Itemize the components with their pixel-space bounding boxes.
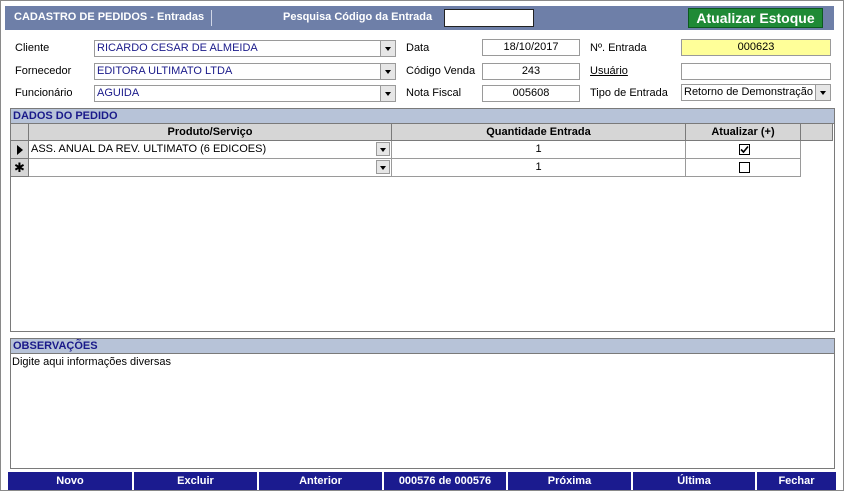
usuario-label: Usuário (590, 65, 628, 77)
chevron-down-icon[interactable] (376, 160, 390, 174)
funcionario-select[interactable]: AGUIDA (94, 85, 396, 102)
codigo-venda-label: Código Venda (406, 65, 476, 77)
search-entry-code-input[interactable] (444, 9, 534, 27)
search-label: Pesquisa Código da Entrada (283, 11, 433, 23)
pedido-section: DADOS DO PEDIDO Produto/Serviço Quantida… (10, 108, 835, 332)
fornecedor-value: EDITORA ULTIMATO LTDA (97, 65, 233, 77)
column-header-produto[interactable]: Produto/Serviço (29, 124, 392, 141)
row-selector-new[interactable]: ✱ (11, 159, 29, 177)
window-frame: CADASTRO DE PEDIDOS - Entradas Pesquisa … (0, 0, 844, 491)
funcionario-value: AGUIDA (97, 87, 140, 99)
current-row-icon (17, 145, 23, 155)
cliente-label: Cliente (15, 42, 50, 54)
nota-fiscal-label: Nota Fiscal (406, 87, 462, 99)
tipo-entrada-label: Tipo de Entrada (590, 87, 668, 99)
record-counter: 000576 de 000576 (384, 472, 508, 490)
title-bar: CADASTRO DE PEDIDOS - Entradas Pesquisa … (5, 6, 834, 30)
table-cell-quantidade[interactable]: 1 (392, 141, 686, 159)
anterior-button[interactable]: Anterior (259, 472, 384, 490)
update-stock-button[interactable]: Atualizar Estoque (688, 8, 823, 28)
check-icon (740, 145, 749, 154)
chevron-down-icon[interactable] (376, 142, 390, 156)
new-row-icon: ✱ (14, 160, 25, 175)
title-divider (211, 10, 212, 26)
atualizar-checkbox[interactable] (739, 162, 750, 173)
numero-entrada-field[interactable]: 000623 (681, 39, 831, 56)
excluir-button[interactable]: Excluir (134, 472, 259, 490)
pedido-section-title: DADOS DO PEDIDO (11, 109, 834, 124)
cliente-value: RICARDO CESAR DE ALMEIDA (97, 42, 258, 54)
observacoes-section-title: OBSERVAÇÕES (11, 339, 834, 354)
usuario-field[interactable] (681, 63, 831, 80)
table-cell-produto[interactable]: ASS. ANUAL DA REV. ULTIMATO (6 EDICOES) (29, 141, 392, 159)
row-selector-current[interactable] (11, 141, 29, 159)
table-cell-quantidade[interactable]: 1 (392, 159, 686, 177)
atualizar-checkbox-checked[interactable] (739, 144, 750, 155)
observacoes-section: OBSERVAÇÕES Digite aqui informações dive… (10, 338, 835, 469)
grid-header-filler (801, 124, 833, 141)
table-cell-atualizar[interactable] (686, 159, 801, 177)
produto-value: ASS. ANUAL DA REV. ULTIMATO (6 EDICOES) (31, 143, 267, 155)
ultima-button[interactable]: Última (633, 472, 757, 490)
data-label: Data (406, 42, 430, 54)
funcionario-label: Funcionário (15, 87, 73, 99)
observacoes-textarea[interactable]: Digite aqui informações diversas (12, 356, 171, 368)
navigation-bar: Novo Excluir Anterior 000576 de 000576 P… (8, 472, 836, 490)
chevron-down-icon[interactable] (380, 41, 395, 56)
column-header-quantidade[interactable]: Quantidade Entrada (392, 124, 686, 141)
data-field[interactable]: 18/10/2017 (482, 39, 580, 56)
nota-fiscal-field[interactable]: 005608 (482, 85, 580, 102)
fornecedor-label: Fornecedor (15, 65, 72, 77)
tipo-entrada-select[interactable]: Retorno de Demonstração (681, 84, 831, 101)
fechar-button[interactable]: Fechar (757, 472, 836, 490)
chevron-down-icon[interactable] (380, 64, 395, 79)
page-title: CADASTRO DE PEDIDOS - Entradas (14, 11, 205, 23)
column-header-atualizar[interactable]: Atualizar (+) (686, 124, 801, 141)
novo-button[interactable]: Novo (8, 472, 134, 490)
numero-entrada-label: Nº. Entrada (590, 42, 647, 54)
cliente-select[interactable]: RICARDO CESAR DE ALMEIDA (94, 40, 396, 57)
table-cell-produto[interactable] (29, 159, 392, 177)
chevron-down-icon[interactable] (815, 85, 830, 100)
chevron-down-icon[interactable] (380, 86, 395, 101)
fornecedor-select[interactable]: EDITORA ULTIMATO LTDA (94, 63, 396, 80)
tipo-entrada-value: Retorno de Demonstração (684, 86, 814, 98)
grid-corner (11, 124, 29, 141)
codigo-venda-field[interactable]: 243 (482, 63, 580, 80)
table-cell-atualizar[interactable] (686, 141, 801, 159)
proxima-button[interactable]: Próxima (508, 472, 633, 490)
